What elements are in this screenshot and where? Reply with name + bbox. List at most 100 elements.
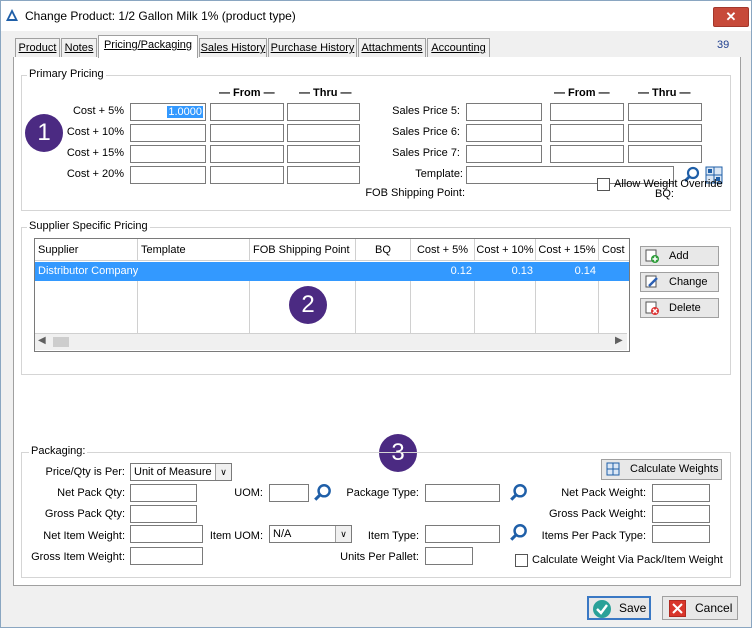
items-per-pack-type-input[interactable]: [652, 525, 710, 543]
units-per-pallet-label: Units Per Pallet:: [340, 551, 419, 563]
sales-price-6-input[interactable]: [466, 124, 542, 142]
cost-20-from-input[interactable]: [210, 166, 284, 184]
bq-label: BQ:: [655, 188, 674, 200]
grid-cell-cost5[interactable]: 0.12: [411, 262, 475, 281]
sales-price-7-thru-input[interactable]: [628, 145, 702, 163]
edit-icon: [645, 275, 658, 288]
tab-attachments[interactable]: Attachments: [358, 38, 426, 57]
net-pack-weight-label: Net Pack Weight:: [561, 487, 646, 499]
grid-col-divider: [410, 281, 411, 333]
net-item-weight-input[interactable]: [130, 525, 203, 543]
tab-product[interactable]: Product: [15, 38, 60, 57]
sales-price-5-input[interactable]: [466, 103, 542, 121]
cost-5-thru-input[interactable]: [287, 103, 360, 121]
cost-15-from-input[interactable]: [210, 145, 284, 163]
items-per-pack-type-label: Items Per Pack Type:: [541, 530, 646, 542]
cost-10-input[interactable]: [130, 124, 206, 142]
grid-header-template[interactable]: Template: [138, 239, 250, 261]
cost-15-input[interactable]: [130, 145, 206, 163]
thru-header-left: — Thru —: [299, 87, 352, 99]
grid-cell-supplier[interactable]: Distributor Company: [35, 262, 138, 281]
cost-10-from-input[interactable]: [210, 124, 284, 142]
net-pack-qty-input[interactable]: [130, 484, 197, 502]
calc-weight-via-pack-checkbox[interactable]: [515, 554, 528, 567]
supplier-pricing-label: Supplier Specific Pricing: [27, 220, 150, 232]
scroll-right-icon[interactable]: ▶: [615, 335, 623, 346]
grid-header-cost5[interactable]: Cost + 5%: [411, 239, 475, 261]
calc-weight-via-pack-label: Calculate Weight Via Pack/Item Weight: [532, 554, 723, 566]
cost-10-label: Cost + 10%: [66, 126, 124, 138]
cost-15-thru-input[interactable]: [287, 145, 360, 163]
tab-purchase-history[interactable]: Purchase History: [268, 38, 357, 57]
net-pack-weight-input[interactable]: [652, 484, 710, 502]
chevron-down-icon: ∨: [215, 464, 231, 480]
price-qty-per-select[interactable]: Unit of Measure ∨: [130, 463, 232, 481]
grid-cell-bq[interactable]: [356, 262, 411, 281]
sales-price-7-input[interactable]: [466, 145, 542, 163]
grid-cell-cost10[interactable]: 0.13: [475, 262, 536, 281]
grid-header-cost20[interactable]: Cost: [599, 239, 629, 261]
grid-header-fob[interactable]: FOB Shipping Point: [250, 239, 356, 261]
supplier-pricing-grid: Supplier Template FOB Shipping Point BQ …: [34, 238, 630, 352]
delete-supplier-button[interactable]: Delete: [640, 298, 719, 318]
gross-pack-weight-input[interactable]: [652, 505, 710, 523]
scroll-thumb[interactable]: [53, 337, 69, 347]
calculator-icon: [606, 462, 620, 476]
tab-sales-history[interactable]: Sales History: [199, 38, 267, 57]
tab-notes[interactable]: Notes: [61, 38, 97, 57]
cost-10-thru-input[interactable]: [287, 124, 360, 142]
sales-price-5-from-input[interactable]: [550, 103, 624, 121]
grid-header-cost15[interactable]: Cost + 15%: [536, 239, 599, 261]
sales-price-6-from-input[interactable]: [550, 124, 624, 142]
record-number: 39: [717, 39, 730, 51]
search-icon: [314, 484, 331, 501]
uom-label: UOM:: [234, 487, 263, 499]
cost-5-from-input[interactable]: [210, 103, 284, 121]
change-button-label: Change: [669, 276, 708, 288]
grid-cell-template[interactable]: [138, 262, 250, 281]
package-type-input[interactable]: [425, 484, 500, 502]
save-button-label: Save: [619, 601, 647, 615]
units-per-pallet-input[interactable]: [425, 547, 473, 565]
sales-price-5-thru-input[interactable]: [628, 103, 702, 121]
cost-20-thru-input[interactable]: [287, 166, 360, 184]
grid-cell-cost15[interactable]: 0.14: [536, 262, 599, 281]
change-supplier-button[interactable]: Change: [640, 272, 719, 292]
tab-pricing-packaging[interactable]: Pricing/Packaging: [98, 35, 198, 58]
tab-accounting[interactable]: Accounting: [427, 38, 490, 57]
uom-input[interactable]: [269, 484, 309, 502]
price-qty-per-label: Price/Qty is Per:: [45, 466, 125, 478]
cancel-button[interactable]: Cancel: [662, 596, 738, 620]
cost-20-input[interactable]: [130, 166, 206, 184]
save-button[interactable]: Save: [587, 596, 651, 620]
window-title: Change Product: 1/2 Gallon Milk 1% (prod…: [25, 9, 296, 23]
item-type-label: Item Type:: [367, 530, 419, 542]
item-uom-value: N/A: [273, 528, 292, 540]
item-type-input[interactable]: [425, 525, 500, 543]
sales-price-6-thru-input[interactable]: [628, 124, 702, 142]
calculate-weights-button[interactable]: Calculate Weights: [601, 459, 722, 480]
scroll-left-icon[interactable]: ◀: [38, 335, 46, 346]
grid-horizontal-scrollbar[interactable]: ◀ ▶: [35, 333, 627, 350]
allow-weight-override-checkbox[interactable]: [597, 178, 610, 191]
grid-header-supplier[interactable]: Supplier: [35, 239, 138, 261]
cost-5-input[interactable]: 1.0000: [130, 103, 206, 121]
gross-pack-qty-input[interactable]: [130, 505, 197, 523]
delete-icon: [645, 301, 659, 315]
add-supplier-button[interactable]: Add: [640, 246, 719, 266]
title-bar: Change Product: 1/2 Gallon Milk 1% (prod…: [1, 1, 751, 31]
grid-cell-fob[interactable]: [250, 262, 356, 281]
checkmark-icon: [593, 600, 611, 618]
sales-price-7-from-input[interactable]: [550, 145, 624, 163]
grid-cell-cost20[interactable]: [599, 262, 629, 281]
grid-header-cost10[interactable]: Cost + 10%: [475, 239, 536, 261]
package-type-search-button[interactable]: [509, 483, 529, 503]
close-button[interactable]: ✕: [713, 7, 749, 27]
add-button-label: Add: [669, 250, 689, 262]
sales-price-7-label: Sales Price 7:: [392, 147, 460, 159]
gross-item-weight-input[interactable]: [130, 547, 203, 565]
uom-search-button[interactable]: [313, 483, 333, 503]
gross-item-weight-label: Gross Item Weight:: [31, 551, 125, 563]
grid-header-bq[interactable]: BQ: [356, 239, 411, 261]
packaging-label: Packaging:: [29, 445, 88, 457]
